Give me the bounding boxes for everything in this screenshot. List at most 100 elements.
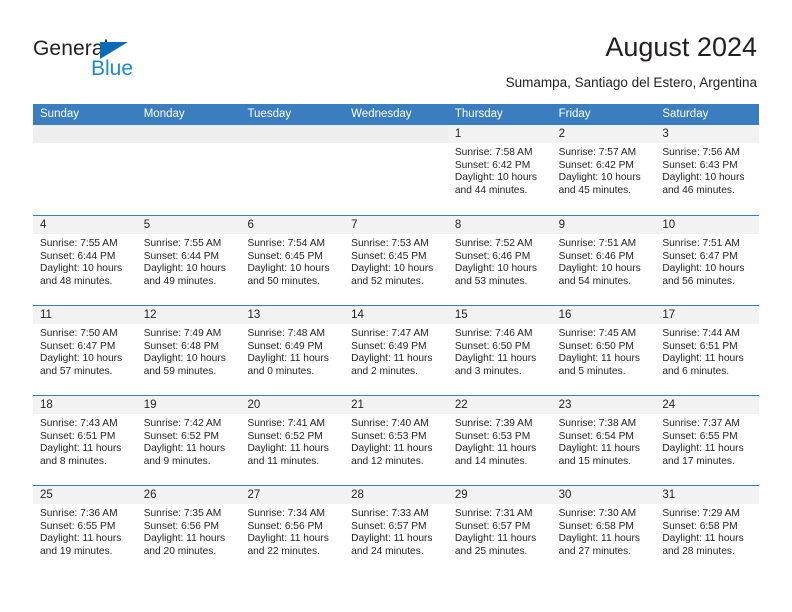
calendar-day-cell[interactable]: 27 Sunrise: 7:34 AM Sunset: 6:56 PM Dayligh… [240,486,345,575]
calendar-day-cell[interactable]: 15 Sunrise: 7:46 AM Sunset: 6:50 PM Dayligh… [447,306,552,395]
sunrise-text: Sunrise: 7:47 AM [351,328,429,339]
sunset-text: Sunset: 6:45 PM [247,250,323,262]
calendar-day-cell[interactable]: 12 Sunrise: 7:49 AM Sunset: 6:48 PM Dayligh… [136,306,241,395]
sunset-text: Sunset: 6:57 PM [454,520,531,532]
sunrise-text: Sunrise: 7:41 AM [247,418,326,429]
daylight-text: Daylight: 11 hours and 28 minutes. [662,533,744,557]
sunset-text: Sunset: 6:51 PM [662,340,738,352]
sunrise-text: Sunrise: 7:34 AM [247,508,326,519]
weekday-header-monday: Monday [143,108,185,120]
calendar-day-cell[interactable]: 9 Sunrise: 7:51 AM Sunset: 6:46 PM Daylight… [551,216,656,305]
logo-text-blue: Blue [91,57,134,80]
day-details: Sunrise: 7:33 AM Sunset: 6:57 PM Daylight:… [344,504,448,558]
day-number [33,125,137,143]
calendar-day-cell[interactable]: 20 Sunrise: 7:41 AM Sunset: 6:52 PM Dayligh… [240,396,345,485]
daylight-text: Daylight: 11 hours and 2 minutes. [351,353,433,377]
calendar-day-cell[interactable]: 25 Sunrise: 7:36 AM Sunset: 6:55 PM Dayligh… [33,486,137,575]
daylight-text: Daylight: 10 hours and 57 minutes. [40,353,123,377]
sunrise-text: Sunrise: 7:52 AM [454,238,533,249]
calendar-day-cell-empty [344,125,448,215]
day-number: 14 [344,306,448,324]
daylight-text: Daylight: 11 hours and 5 minutes. [558,353,640,377]
general-blue-logo[interactable]: General Blue [33,38,233,86]
calendar-day-cell[interactable]: 14 Sunrise: 7:47 AM Sunset: 6:49 PM Dayligh… [344,306,448,395]
calendar-day-cell-empty [240,125,345,215]
calendar-day-cell[interactable]: 10 Sunrise: 7:51 AM Sunset: 6:47 PM Dayligh… [655,216,760,305]
calendar-day-cell[interactable]: 30 Sunrise: 7:30 AM Sunset: 6:58 PM Dayligh… [551,486,656,575]
day-details: Sunrise: 7:56 AM Sunset: 6:43 PM Daylight:… [655,143,759,197]
sunset-text: Sunset: 6:52 PM [247,430,323,442]
weekday-header-friday: Friday [558,108,591,120]
calendar-day-cell[interactable]: 13 Sunrise: 7:48 AM Sunset: 6:49 PM Dayligh… [240,306,345,395]
calendar-week-row: 11 Sunrise: 7:50 AM Sunset: 6:47 PM Dayligh… [33,305,760,395]
calendar-day-cell[interactable]: 8 Sunrise: 7:52 AM Sunset: 6:46 PM Daylight… [447,216,552,305]
calendar-day-cell[interactable]: 23 Sunrise: 7:38 AM Sunset: 6:54 PM Dayligh… [551,396,656,485]
sunrise-text: Sunrise: 7:37 AM [662,418,740,429]
sunset-text: Sunset: 6:56 PM [143,520,220,532]
calendar-day-cell[interactable]: 22 Sunrise: 7:39 AM Sunset: 6:53 PM Dayligh… [447,396,552,485]
sunset-text: Sunset: 6:49 PM [247,340,323,352]
day-details: Sunrise: 7:53 AM Sunset: 6:45 PM Daylight:… [344,234,448,288]
calendar-day-cell[interactable]: 4 Sunrise: 7:55 AM Sunset: 6:44 PM Daylight… [33,216,137,305]
daylight-text: Daylight: 10 hours and 56 minutes. [662,263,745,287]
sunrise-text: Sunrise: 7:38 AM [558,418,637,429]
day-details: Sunrise: 7:46 AM Sunset: 6:50 PM Daylight:… [448,324,552,378]
day-details: Sunrise: 7:58 AM Sunset: 6:42 PM Daylight:… [448,143,552,197]
daylight-text: Daylight: 10 hours and 53 minutes. [454,263,537,287]
calendar-day-cell[interactable]: 29 Sunrise: 7:31 AM Sunset: 6:57 PM Dayligh… [447,486,552,575]
sunrise-text: Sunrise: 7:53 AM [351,238,429,249]
daylight-text: Daylight: 11 hours and 6 minutes. [662,353,744,377]
sunset-text: Sunset: 6:57 PM [351,520,427,532]
calendar-day-cell[interactable]: 2 Sunrise: 7:57 AM Sunset: 6:42 PM Daylight… [551,125,656,215]
calendar-day-cell[interactable]: 6 Sunrise: 7:54 AM Sunset: 6:45 PM Daylight… [240,216,345,305]
day-number [344,125,448,143]
day-details: Sunrise: 7:51 AM Sunset: 6:47 PM Daylight:… [655,234,759,288]
calendar-day-cell[interactable]: 7 Sunrise: 7:53 AM Sunset: 6:45 PM Daylight… [344,216,448,305]
sunset-text: Sunset: 6:46 PM [558,250,634,262]
day-number: 11 [33,306,137,324]
calendar-day-cell[interactable]: 19 Sunrise: 7:42 AM Sunset: 6:52 PM Dayligh… [136,396,241,485]
calendar-day-cell[interactable]: 1 Sunrise: 7:58 AM Sunset: 6:42 PM Daylight… [447,125,552,215]
day-details: Sunrise: 7:50 AM Sunset: 6:47 PM Daylight:… [33,324,137,378]
sunset-text: Sunset: 6:55 PM [662,430,738,442]
weekday-header-thursday: Thursday [454,108,503,120]
calendar-day-cell[interactable]: 31 Sunrise: 7:29 AM Sunset: 6:58 PM Dayligh… [655,486,760,575]
calendar-day-cell[interactable]: 5 Sunrise: 7:55 AM Sunset: 6:44 PM Daylight… [136,216,241,305]
daylight-text: Daylight: 11 hours and 15 minutes. [558,443,640,467]
calendar-day-cell[interactable]: 3 Sunrise: 7:56 AM Sunset: 6:43 PM Daylight… [655,125,760,215]
sunrise-text: Sunrise: 7:57 AM [558,147,637,158]
calendar-day-cell[interactable]: 11 Sunrise: 7:50 AM Sunset: 6:47 PM Dayligh… [33,306,137,395]
sunrise-text: Sunrise: 7:31 AM [454,508,533,519]
calendar-day-cell[interactable]: 21 Sunrise: 7:40 AM Sunset: 6:53 PM Dayligh… [344,396,448,485]
daylight-text: Daylight: 11 hours and 3 minutes. [454,353,537,377]
day-details: Sunrise: 7:37 AM Sunset: 6:55 PM Daylight:… [655,414,759,468]
calendar-day-cell[interactable]: 16 Sunrise: 7:45 AM Sunset: 6:50 PM Dayligh… [551,306,656,395]
day-details: Sunrise: 7:45 AM Sunset: 6:50 PM Daylight:… [552,324,656,378]
daylight-text: Daylight: 10 hours and 52 minutes. [351,263,434,287]
day-number: 1 [447,125,552,143]
day-number: 17 [655,306,760,324]
calendar-day-cell[interactable]: 18 Sunrise: 7:43 AM Sunset: 6:51 PM Dayligh… [33,396,137,485]
sunrise-text: Sunrise: 7:42 AM [143,418,222,429]
day-details: Sunrise: 7:43 AM Sunset: 6:51 PM Daylight:… [33,414,137,468]
day-number: 7 [344,216,448,234]
sunrise-text: Sunrise: 7:29 AM [662,508,740,519]
calendar-day-cell[interactable]: 28 Sunrise: 7:33 AM Sunset: 6:57 PM Dayligh… [344,486,448,575]
daylight-text: Daylight: 11 hours and 19 minutes. [40,533,122,557]
day-number: 9 [551,216,656,234]
day-details: Sunrise: 7:34 AM Sunset: 6:56 PM Daylight:… [240,504,344,558]
calendar-day-cell[interactable]: 24 Sunrise: 7:37 AM Sunset: 6:55 PM Dayligh… [655,396,760,485]
day-number: 24 [655,396,760,414]
day-number: 16 [551,306,656,324]
daylight-text: Daylight: 11 hours and 8 minutes. [40,443,122,467]
calendar-day-cell[interactable]: 17 Sunrise: 7:44 AM Sunset: 6:51 PM Dayligh… [655,306,760,395]
day-number: 6 [240,216,345,234]
logo-text-general: General [33,37,109,60]
weekday-header-tuesday: Tuesday [247,108,292,120]
weekday-header-saturday: Saturday [662,108,709,120]
calendar-day-cell[interactable]: 26 Sunrise: 7:35 AM Sunset: 6:56 PM Dayligh… [136,486,241,575]
sunset-text: Sunset: 6:42 PM [558,159,634,171]
day-details: Sunrise: 7:44 AM Sunset: 6:51 PM Daylight:… [655,324,759,378]
day-details: Sunrise: 7:40 AM Sunset: 6:53 PM Daylight:… [344,414,448,468]
sunrise-text: Sunrise: 7:55 AM [40,238,118,249]
